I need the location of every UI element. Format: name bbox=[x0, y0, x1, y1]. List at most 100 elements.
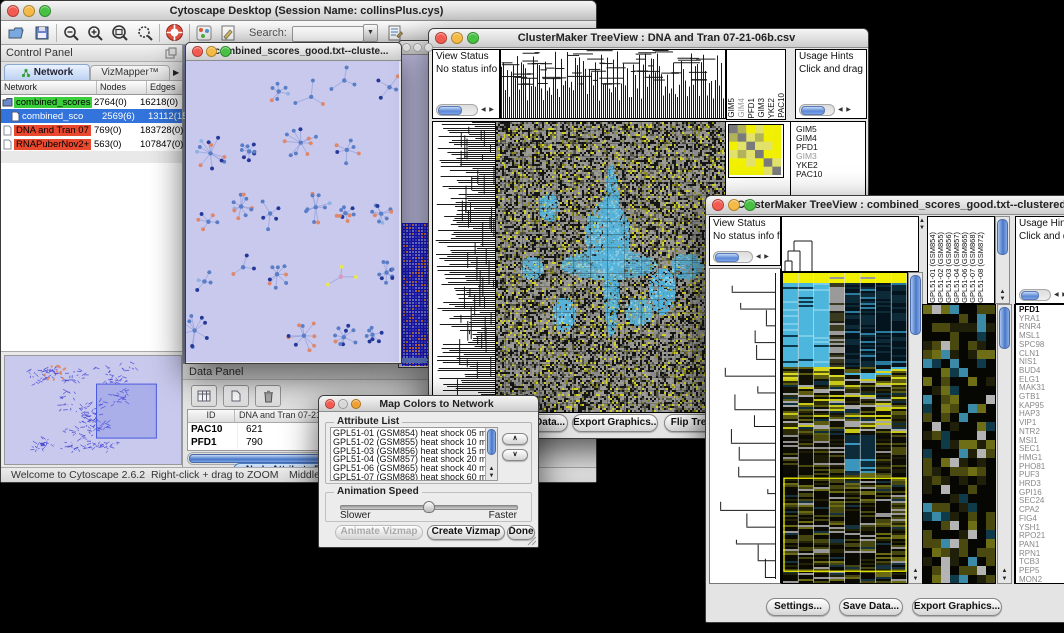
tv2-export-graphics-button[interactable]: Export Graphics... bbox=[912, 598, 1002, 616]
tv1-usage-scrollbar[interactable]: ◀ ▶ bbox=[799, 104, 852, 115]
scroll-down-icon[interactable]: ▼ bbox=[909, 576, 922, 582]
close-icon[interactable] bbox=[7, 5, 19, 17]
create-vizmap-button[interactable]: Create Vizmap bbox=[427, 525, 505, 540]
new-attribute-button[interactable] bbox=[223, 385, 249, 407]
gene-name[interactable]: MON2 bbox=[1019, 576, 1064, 584]
network-view-window[interactable]: combined_scores_good.txt--cluste... bbox=[185, 42, 402, 364]
select-attributes-button[interactable] bbox=[191, 385, 217, 407]
tv2-gene-list-panel[interactable]: PFD1YRA1RNR4MSL1SPC98CLN1NIS1BUD4ELG1MAK… bbox=[1014, 304, 1064, 584]
tv1-column-dendrogram[interactable] bbox=[500, 49, 726, 119]
minimize-icon[interactable] bbox=[451, 32, 463, 44]
network-view-titlebar[interactable]: combined_scores_good.txt--cluste... bbox=[186, 43, 401, 61]
col-header-network[interactable]: Network bbox=[1, 81, 97, 94]
column-label[interactable]: GIM4 bbox=[737, 98, 746, 118]
close-icon[interactable] bbox=[435, 32, 447, 44]
move-down-button[interactable]: ∨ bbox=[502, 449, 528, 461]
animate-vizmap-button[interactable]: Animate Vizmap bbox=[335, 525, 423, 540]
minimize-icon[interactable] bbox=[413, 43, 422, 52]
tv1-heatmap[interactable] bbox=[495, 121, 726, 413]
tv2-zoom-heatmap[interactable] bbox=[922, 304, 996, 584]
annotation-icon[interactable] bbox=[219, 24, 237, 42]
search-dropdown-icon[interactable]: ▼ bbox=[363, 24, 378, 42]
tv2-column-dendrogram[interactable] bbox=[781, 216, 919, 272]
column-label[interactable]: PFD1 bbox=[747, 98, 756, 118]
column-label[interactable]: PAC10 bbox=[777, 93, 786, 118]
network-row-rnapuber[interactable]: RNAPuberNov2+ 563(0) 107847(0) bbox=[1, 137, 182, 151]
search-input[interactable] bbox=[292, 26, 364, 42]
scroll-arrows-icon[interactable]: ◀ ▶ bbox=[481, 104, 495, 116]
tab-network[interactable]: Network bbox=[4, 64, 90, 80]
zoom-window-icon[interactable] bbox=[424, 43, 433, 52]
map-colors-titlebar[interactable]: Map Colors to Network bbox=[319, 396, 538, 412]
close-icon[interactable] bbox=[325, 399, 335, 409]
zoom-window-icon[interactable] bbox=[351, 399, 361, 409]
zoom-fit-icon[interactable] bbox=[110, 24, 130, 42]
dense-network-canvas[interactable] bbox=[399, 55, 431, 366]
scroll-up-icon[interactable]: ▲ bbox=[909, 568, 922, 574]
close-icon[interactable] bbox=[192, 46, 203, 57]
tv1-export-graphics-button[interactable]: Export Graphics... bbox=[572, 414, 658, 432]
resize-grip-icon[interactable] bbox=[527, 536, 537, 546]
float-panel-icon[interactable] bbox=[165, 47, 177, 59]
col-header-nodes[interactable]: Nodes bbox=[97, 81, 147, 94]
cytoscape-titlebar[interactable]: Cytoscape Desktop (Session Name: collins… bbox=[1, 1, 596, 21]
network-row-combined-scores[interactable]: combined_scores 2764(0) 16218(0) bbox=[1, 95, 182, 109]
minimize-icon[interactable] bbox=[23, 5, 35, 17]
tv2-column-labels[interactable]: GPL51-01 (GSM854)GPL51-02 (GSM855)GPL51-… bbox=[927, 216, 995, 304]
map-colors-dialog[interactable]: Map Colors to Network Attribute List GPL… bbox=[318, 395, 539, 548]
tv2-heatmap[interactable] bbox=[782, 272, 908, 584]
minimize-icon[interactable] bbox=[338, 399, 348, 409]
scroll-down-icon[interactable]: ▼ bbox=[996, 296, 1009, 302]
column-label[interactable]: YKE2 bbox=[767, 98, 776, 118]
scroll-up-icon[interactable]: ▲ bbox=[996, 289, 1009, 295]
tab-overflow-icon[interactable]: ▶ bbox=[173, 66, 179, 80]
scroll-up-icon[interactable]: ▲ bbox=[486, 466, 497, 472]
gene-name[interactable]: PAC10 bbox=[796, 170, 822, 179]
tv1-row-dendrogram[interactable] bbox=[432, 121, 496, 413]
column-label[interactable]: GIM3 bbox=[757, 98, 766, 118]
tv2-usage-scrollbar[interactable]: ◀ ▶ bbox=[1019, 289, 1064, 300]
treeview-combined-titlebar[interactable]: ClusterMaker TreeView : combined_scores_… bbox=[706, 196, 1064, 215]
vizmapper-icon[interactable] bbox=[195, 24, 213, 42]
treeview-dna-titlebar[interactable]: ClusterMaker TreeView : DNA and Tran 07-… bbox=[429, 29, 868, 48]
zoom-window-icon[interactable] bbox=[39, 5, 51, 17]
close-icon[interactable] bbox=[712, 199, 724, 211]
column-label[interactable]: GPL51-08 (GSM872) bbox=[977, 232, 985, 303]
zoom-window-icon[interactable] bbox=[467, 32, 479, 44]
network-row-dna-tran[interactable]: DNA and Tran 07 769(0) 183728(0) bbox=[1, 123, 182, 137]
scroll-arrows-icon[interactable]: ◀ ▶ bbox=[838, 104, 852, 116]
id-column-header[interactable]: ID bbox=[188, 410, 235, 422]
save-icon[interactable] bbox=[33, 24, 51, 42]
col-header-edges[interactable]: Edges bbox=[147, 81, 182, 94]
network-overview-thumbnail[interactable] bbox=[4, 355, 182, 465]
tv2-status-scrollbar[interactable]: ◀ ▶ bbox=[713, 251, 770, 262]
zoom-in-icon[interactable] bbox=[86, 24, 104, 42]
network-row-combined-sco[interactable]: combined_sco 2569(6) 13112(15) bbox=[1, 109, 182, 123]
slider-thumb[interactable] bbox=[423, 501, 435, 513]
minimize-icon[interactable] bbox=[728, 199, 740, 211]
move-up-button[interactable]: ∧ bbox=[502, 433, 528, 445]
tv2-settings-button[interactable]: Settings... bbox=[766, 598, 830, 616]
scroll-down-icon[interactable]: ▼ bbox=[486, 473, 497, 479]
scroll-arrows-icon[interactable]: ◀ ▶ bbox=[756, 251, 770, 263]
tv2-heatmap-scrollbar[interactable]: ▲ ▼ bbox=[908, 272, 923, 584]
scroll-down-icon[interactable]: ▼ bbox=[998, 576, 1011, 582]
tv1-status-scrollbar[interactable]: ◀ ▶ bbox=[436, 104, 495, 115]
help-lifebuoy-icon[interactable] bbox=[165, 23, 184, 42]
zoom-selected-icon[interactable] bbox=[136, 24, 154, 42]
zoom-out-icon[interactable] bbox=[62, 24, 80, 42]
attribute-item[interactable]: GPL51-07 (GSM868) heat shock 60 min bbox=[333, 473, 497, 481]
scroll-up-icon[interactable]: ▲ bbox=[998, 568, 1011, 574]
minimize-icon[interactable] bbox=[206, 46, 217, 57]
open-folder-icon[interactable] bbox=[7, 24, 25, 42]
tv2-col-arrows-icon[interactable]: ▲▼ bbox=[919, 218, 925, 232]
column-label[interactable]: GIM5 bbox=[727, 98, 736, 118]
attribute-listbox[interactable]: GPL51-01 (GSM854) heat shock 05 minGPL51… bbox=[330, 427, 498, 481]
zoom-window-icon[interactable] bbox=[220, 46, 231, 57]
delete-attribute-button[interactable] bbox=[255, 385, 281, 407]
close-icon[interactable] bbox=[402, 43, 411, 52]
treeview-combined-window[interactable]: ClusterMaker TreeView : combined_scores_… bbox=[705, 195, 1064, 623]
tv2-row-dendrogram[interactable] bbox=[709, 268, 782, 584]
attribute-browser-icon[interactable] bbox=[386, 24, 404, 42]
zoom-window-icon[interactable] bbox=[744, 199, 756, 211]
